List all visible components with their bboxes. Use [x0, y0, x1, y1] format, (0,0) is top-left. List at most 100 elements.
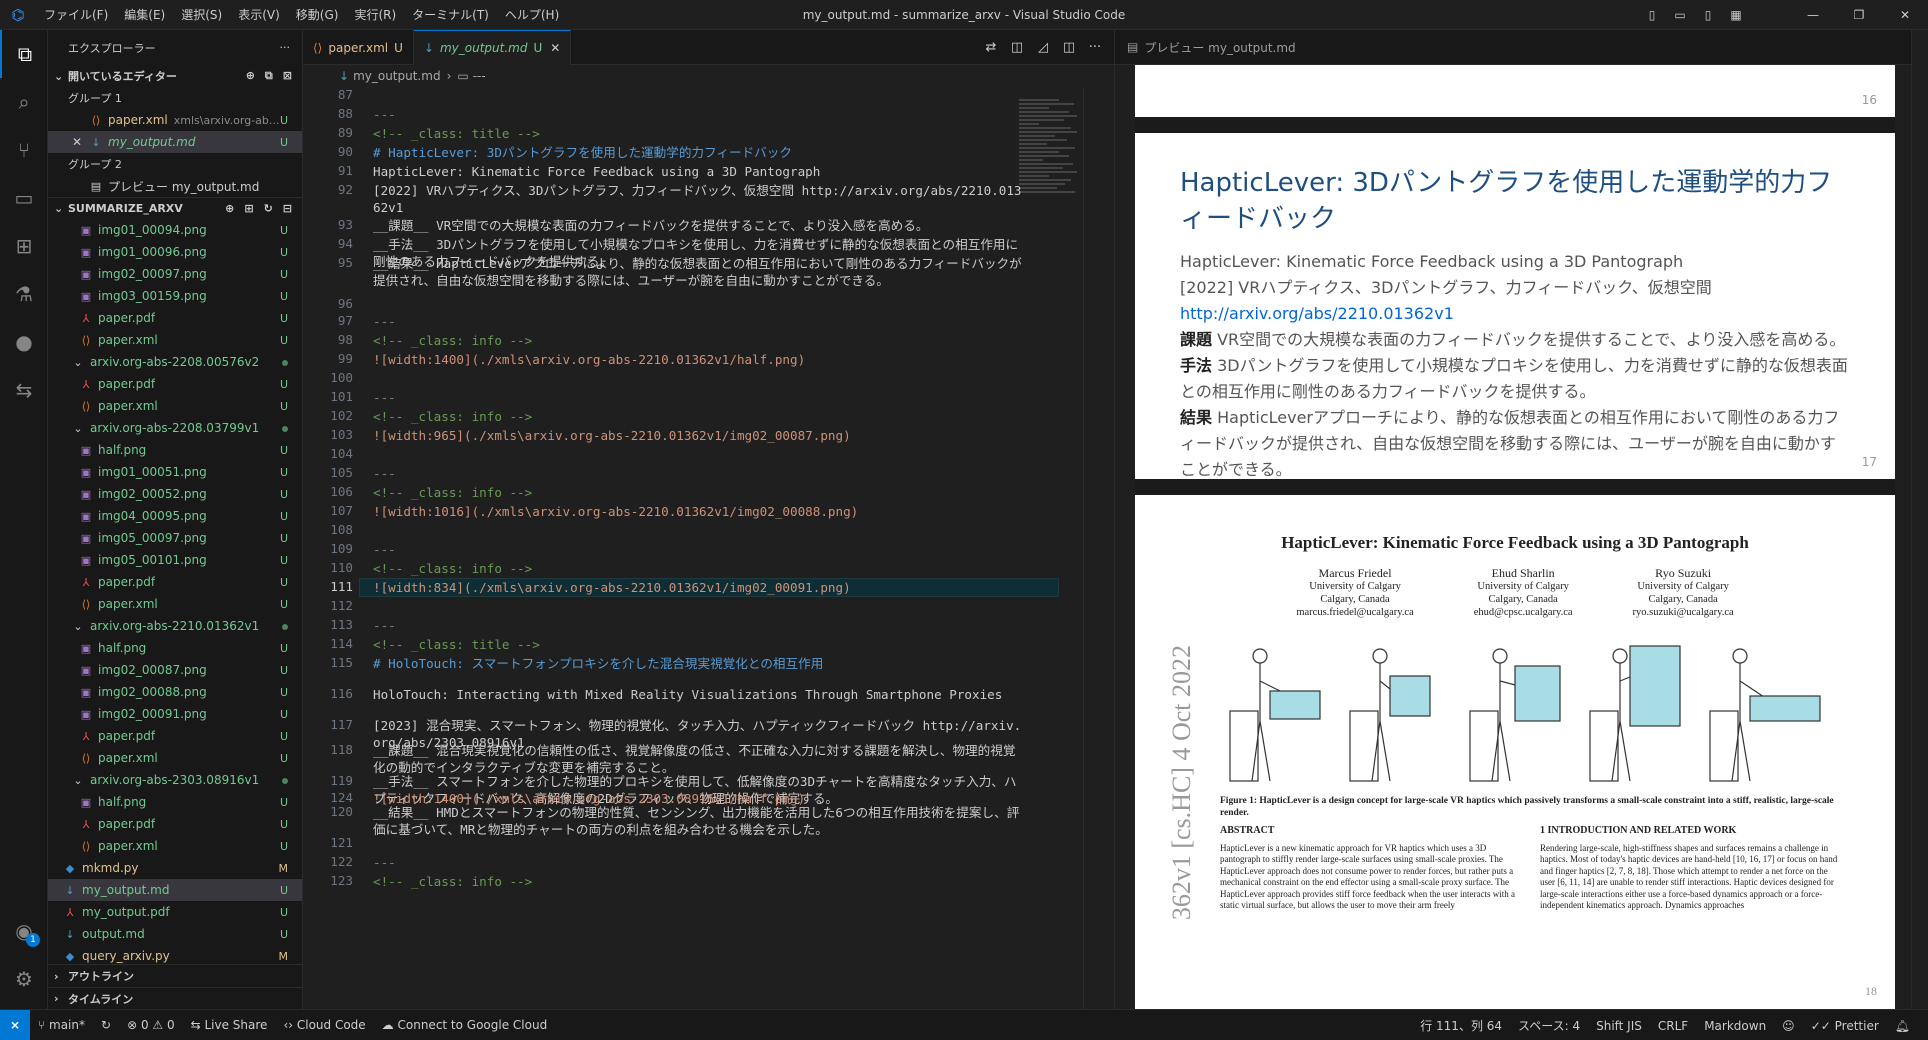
open-editor-preview[interactable]: ▤ プレビュー my_output.md [48, 175, 302, 197]
source-control-icon[interactable]: ⑂ [0, 126, 48, 174]
file-item[interactable]: ▣ img02_00088.png U [48, 681, 302, 703]
file-item[interactable]: ⟨⟩ paper.xml U [48, 329, 302, 351]
split-editor-icon[interactable]: ◫ [1056, 40, 1082, 55]
file-item[interactable]: ▣ half.png U [48, 791, 302, 813]
file-item[interactable]: ▣ img05_00101.png U [48, 549, 302, 571]
toggle-sidebar-icon[interactable]: ▯ [1638, 8, 1666, 22]
menu-edit[interactable]: 編集(E) [116, 0, 173, 30]
preview-scrollbar[interactable] [1911, 30, 1928, 1009]
workspace-header[interactable]: ⌄ SUMMARIZE_ARXV ⊕ ⊞ ↻ ⊟ [48, 197, 302, 219]
prettier-status[interactable]: ✓✓ Prettier [1803, 1019, 1887, 1033]
file-item[interactable]: ⟨⟩ paper.xml U [48, 747, 302, 769]
file-item[interactable]: ⟨⟩ paper.xml U [48, 835, 302, 857]
live-share-icon[interactable]: ⇆ [0, 366, 48, 414]
menu-help[interactable]: ヘルプ(H) [497, 0, 567, 30]
close-window-button[interactable]: ✕ [1882, 8, 1928, 22]
open-editor-my-output-md[interactable]: ✕ ↓ my_output.md U [48, 131, 302, 153]
outline-section[interactable]: › アウトライン [48, 965, 302, 987]
cloud-code-status[interactable]: ‹› Cloud Code [275, 1018, 373, 1032]
file-item[interactable]: ⅄ paper.pdf U [48, 725, 302, 747]
file-item[interactable]: ▣ img01_00094.png U [48, 219, 302, 241]
feedback-icon[interactable]: ☺ [1774, 1019, 1803, 1033]
remote-indicator-icon[interactable]: ⨯ [0, 1009, 30, 1040]
more-actions-icon[interactable]: ··· [1082, 40, 1108, 55]
open-editors-header[interactable]: ⌄ 開いているエディター ⊕ ⧉ ⊠ [48, 65, 302, 87]
file-item[interactable]: ▣ img03_00159.png U [48, 285, 302, 307]
file-item[interactable]: ▣ half.png U [48, 637, 302, 659]
github-icon[interactable]: ● [0, 318, 48, 366]
customize-layout-icon[interactable]: ▦ [1722, 8, 1750, 22]
breadcrumb-file[interactable]: my_output.md [353, 69, 441, 83]
problems-status[interactable]: ⊗ 0 ⚠ 0 [119, 1018, 183, 1032]
file-item[interactable]: ▣ half.png U [48, 439, 302, 461]
slide-link[interactable]: http://arxiv.org/abs/2210.01362v1 [1180, 304, 1454, 323]
menu-selection[interactable]: 選択(S) [173, 0, 230, 30]
file-item[interactable]: ⅄ paper.pdf U [48, 307, 302, 329]
code-editor[interactable]: 87 88 --- 89 <!-- _class: title --> 90 # Hapti… [303, 87, 1114, 1009]
save-all-icon[interactable]: ⧉ [265, 69, 273, 82]
menu-terminal[interactable]: ターミナル(T) [404, 0, 497, 30]
file-item[interactable]: ▣ img02_00087.png U [48, 659, 302, 681]
settings-gear-icon[interactable]: ⚙ [0, 955, 48, 1003]
file-item[interactable]: ↓ my_output.md U [48, 879, 302, 901]
file-item[interactable]: ▣ img01_00051.png U [48, 461, 302, 483]
sync-icon[interactable]: ↻ [93, 1018, 119, 1032]
search-icon[interactable]: ⌕ [0, 78, 48, 126]
new-file-icon[interactable]: ⊕ [225, 202, 234, 215]
file-item[interactable]: ⅄ paper.pdf U [48, 571, 302, 593]
new-file-icon[interactable]: ⊕ [246, 69, 255, 82]
menu-run[interactable]: 実行(R) [346, 0, 404, 30]
file-item[interactable]: ▣ img02_00052.png U [48, 483, 302, 505]
open-editor-paper-xml[interactable]: ⟨⟩ paper.xml xmls\arxiv.org-ab... U [48, 109, 302, 131]
live-share-status[interactable]: ⇆ Live Share [183, 1018, 276, 1032]
file-item[interactable]: ▣ img05_00097.png U [48, 527, 302, 549]
toggle-secondary-sidebar-icon[interactable]: ▯ [1694, 8, 1722, 22]
file-item[interactable]: ▣ img04_00095.png U [48, 505, 302, 527]
folder-item[interactable]: ⌄ arxiv.org-abs-2208.03799v1 [48, 417, 302, 439]
testing-icon[interactable]: ⚗ [0, 270, 48, 318]
file-item[interactable]: ⅄ my_output.pdf U [48, 901, 302, 923]
compare-changes-icon[interactable]: ⇄ [978, 40, 1004, 55]
folder-item[interactable]: ⌄ arxiv.org-abs-2208.00576v2 [48, 351, 302, 373]
tab-my-output-md[interactable]: ↓ my_output.md U ✕ [413, 30, 572, 65]
branch-status[interactable]: ⑂ main* [30, 1018, 93, 1032]
file-item[interactable]: ▣ img02_00091.png U [48, 703, 302, 725]
minimize-button[interactable]: — [1790, 8, 1836, 22]
tab-paper-xml[interactable]: ⟨⟩ paper.xml U [303, 30, 414, 65]
file-item[interactable]: ◆ mkmd.py M [48, 857, 302, 879]
new-folder-icon[interactable]: ⊞ [244, 202, 253, 215]
extensions-icon[interactable]: ⊞ [0, 222, 48, 270]
toggle-panel-icon[interactable]: ▭ [1666, 8, 1694, 22]
explorer-icon[interactable]: ⧉ [0, 30, 48, 78]
file-item[interactable]: ⅄ paper.pdf U [48, 813, 302, 835]
language-mode[interactable]: Markdown [1696, 1019, 1774, 1033]
line-ending[interactable]: CRLF [1650, 1019, 1696, 1033]
editor-scrollbar[interactable] [1083, 87, 1097, 1009]
collapse-all-icon[interactable]: ⊟ [283, 202, 292, 215]
preview-content[interactable]: 16 HapticLever: 3Dパントグラフを使用した運動学的力フィードバッ… [1135, 65, 1895, 1009]
folder-item[interactable]: ⌄ arxiv.org-abs-2303.08916v1 [48, 769, 302, 791]
timeline-section[interactable]: › タイムライン [48, 987, 302, 1009]
file-item[interactable]: ⅄ paper.pdf U [48, 373, 302, 395]
open-preview-side-icon[interactable]: ◫ [1004, 40, 1030, 55]
toggle-preview-icon[interactable]: ◿ [1030, 40, 1056, 55]
file-item[interactable]: ⟨⟩ paper.xml U [48, 395, 302, 417]
file-item[interactable]: ▣ img01_00096.png U [48, 241, 302, 263]
accounts-icon[interactable]: ◉ 1 [0, 907, 48, 955]
cursor-position[interactable]: 行 111、列 64 [1412, 1017, 1510, 1034]
close-all-icon[interactable]: ⊠ [283, 69, 292, 82]
notifications-bell-icon[interactable]: 🔔︎ [1887, 1019, 1918, 1033]
google-cloud-status[interactable]: ☁ Connect to Google Cloud [374, 1018, 556, 1032]
refresh-icon[interactable]: ↻ [264, 202, 273, 215]
file-item[interactable]: ▣ img02_00097.png U [48, 263, 302, 285]
indentation[interactable]: スペース: 4 [1510, 1017, 1588, 1034]
close-tab-icon[interactable]: ✕ [550, 41, 560, 55]
breadcrumb-symbol[interactable]: --- [473, 69, 486, 83]
menu-view[interactable]: 表示(V) [230, 0, 288, 30]
minimap[interactable] [1019, 99, 1079, 359]
encoding[interactable]: Shift JIS [1588, 1019, 1650, 1033]
more-actions-icon[interactable]: ··· [280, 41, 291, 54]
file-item[interactable]: ⟨⟩ paper.xml U [48, 593, 302, 615]
file-item[interactable]: ↓ output.md U [48, 923, 302, 945]
folder-item[interactable]: ⌄ arxiv.org-abs-2210.01362v1 [48, 615, 302, 637]
